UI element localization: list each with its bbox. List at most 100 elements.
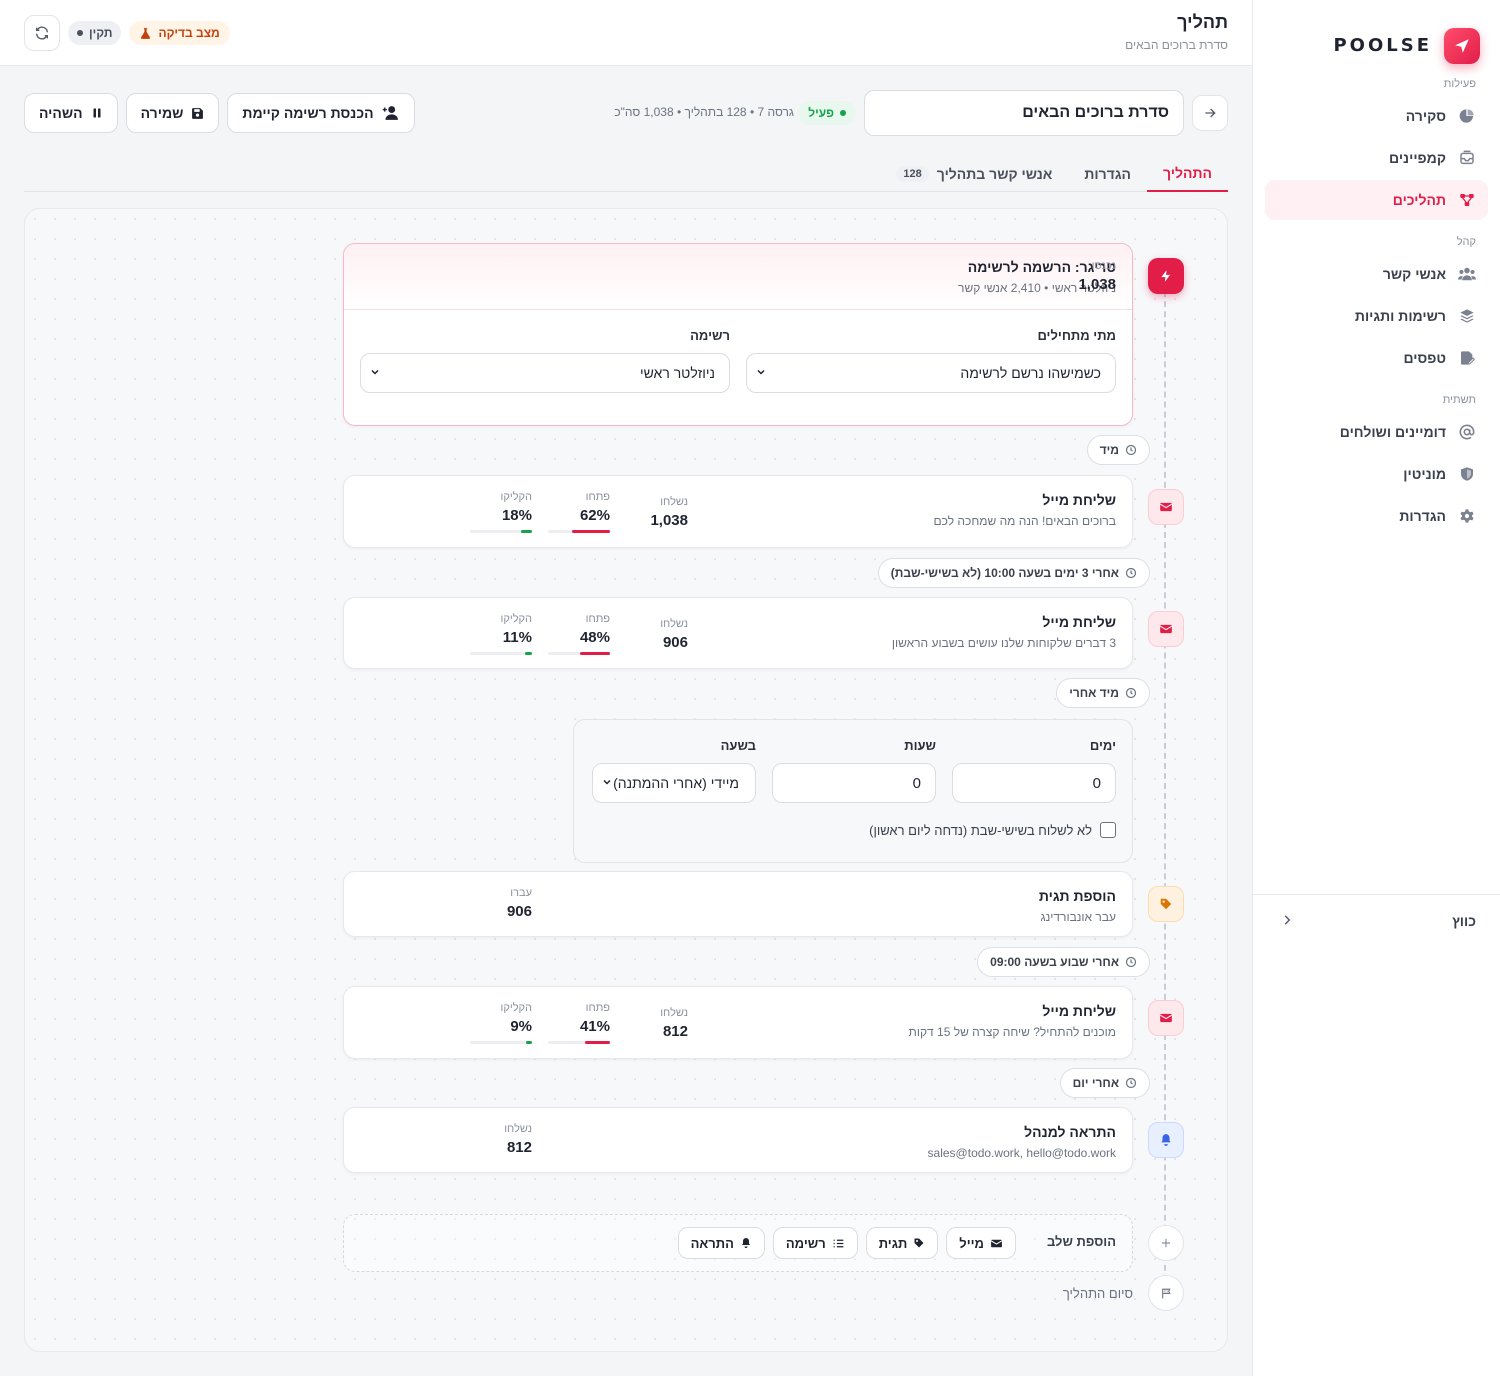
delay-text: אחרי שבוע בשעה 09:00	[990, 955, 1119, 969]
add-email-button[interactable]: מייל	[946, 1227, 1016, 1259]
sidebar-item-overview[interactable]: סקירה	[1265, 96, 1488, 136]
form-icon	[1458, 349, 1476, 367]
tab-contacts-in-flow[interactable]: אנשי קשר בתהליך 128	[880, 156, 1068, 192]
when-select[interactable]: כשמישהו נרשם לרשימה	[746, 353, 1116, 393]
add-list-button[interactable]: רשימה	[772, 1227, 858, 1259]
flow-status-text: פעיל	[808, 106, 834, 120]
click-rate-bar	[470, 652, 532, 655]
layers-icon	[1458, 307, 1476, 325]
step-title: התראה למנהל	[1024, 1124, 1116, 1140]
email-step-card[interactable]: שליחת מייל מוכנים להתחיל? שיחה קצרה של 1…	[343, 986, 1133, 1059]
delay-pill[interactable]: אחרי 3 ימים בשעה 10:00 (לא בשישי-שבת)	[877, 558, 1150, 588]
stat-label: פתחו	[585, 491, 610, 503]
delay-pill[interactable]: מיד אחרי	[1056, 678, 1150, 708]
notify-step-card[interactable]: התראה למנהל sales@todo.work, hello@todo.…	[343, 1107, 1133, 1173]
add-button-label: התראה	[690, 1235, 734, 1251]
sidebar-item-label: סקירה	[1405, 108, 1446, 124]
bell-icon	[1148, 1122, 1184, 1158]
sidebar-item-reputation[interactable]: מוניטין	[1265, 454, 1488, 494]
users-icon	[1458, 265, 1476, 283]
trigger-header: טריגר: הרשמה לרשימה ניוזלטר ראשי • 2,410…	[344, 244, 1132, 310]
skip-weekend-checkbox[interactable]	[1100, 822, 1116, 838]
health-status-badge: תקין	[68, 21, 122, 45]
step-tag-name: עבר אונבורדינג	[1040, 910, 1116, 924]
tag-stat: עברו 906	[507, 887, 532, 920]
sidebar-item-label: אנשי קשר	[1382, 266, 1446, 282]
bar-fill	[525, 652, 532, 655]
step-title: הוספת תגית	[1038, 888, 1116, 904]
open-rate-bar	[548, 530, 610, 533]
test-mode-badge[interactable]: מצב בדיקה	[129, 21, 230, 45]
add-notify-button[interactable]: התראה	[677, 1227, 765, 1259]
sidebar-item-lists-tags[interactable]: רשימות ותגיות	[1265, 296, 1488, 336]
click-rate-bar	[470, 530, 532, 533]
tab-flow[interactable]: התהליך	[1147, 156, 1228, 192]
add-tag-button[interactable]: תגית	[865, 1227, 939, 1259]
brand-name: POOLSE	[1333, 35, 1432, 56]
enroll-label: הכנסת רשימה קיימת	[242, 105, 374, 121]
sent-stat: נשלחו 1,038	[650, 496, 688, 529]
sidebar: POOLSE פעילות סקירה קמפיינים תהליכים קהל…	[1252, 0, 1500, 1376]
tab-settings[interactable]: הגדרות	[1068, 156, 1147, 192]
list-label: רשימה	[690, 328, 730, 343]
bar-fill	[584, 1041, 610, 1044]
tab-label: התהליך	[1163, 165, 1212, 181]
bell-icon	[741, 1238, 750, 1248]
step-title: שליחת מייל	[1042, 492, 1116, 508]
refresh-button[interactable]	[24, 15, 60, 51]
inbox-icon	[1458, 149, 1476, 167]
sidebar-item-label: הגדרות	[1399, 508, 1446, 524]
email-step-card[interactable]: שליחת מייל 3 דברים שלקוחות שלנו עושים בש…	[343, 597, 1133, 669]
flow-toolbar: פעיל גרסה 7 • 128 בתהליך • 1,038 סה"כ הש…	[24, 90, 1228, 136]
enroll-list-button[interactable]: הכנסת רשימה קיימת	[227, 93, 415, 133]
stat-value: 1,038	[1078, 276, 1116, 293]
mail-icon	[1148, 489, 1184, 525]
clock-icon	[1125, 956, 1137, 968]
stat-label: נכנסו	[1091, 260, 1116, 272]
sidebar-item-contacts[interactable]: אנשי קשר	[1265, 254, 1488, 294]
add-button-label: תגית	[878, 1235, 908, 1251]
stat-label: פתחו	[585, 613, 610, 625]
plus-icon[interactable]	[1148, 1225, 1184, 1261]
days-input[interactable]: 0	[952, 763, 1116, 803]
list-select[interactable]: ניוזלטר ראשי	[360, 353, 730, 393]
trigger-card[interactable]: טריגר: הרשמה לרשימה ניוזלטר ראשי • 2,410…	[343, 243, 1133, 426]
delay-pill[interactable]: אחרי יום	[1059, 1068, 1150, 1098]
arrow-right-icon	[1205, 108, 1216, 118]
tag-icon	[1148, 886, 1184, 922]
click-stat: הקליקו 11%	[470, 613, 532, 655]
delay-pill[interactable]: מיד	[1086, 435, 1150, 465]
sidebar-item-domains[interactable]: דומיינים ושולחים	[1265, 412, 1488, 452]
sidebar-item-flows[interactable]: תהליכים	[1265, 180, 1488, 220]
stat-value: 812	[662, 1023, 688, 1040]
brand[interactable]: POOLSE	[1253, 0, 1500, 72]
flow-status-badge: פעיל	[798, 101, 856, 125]
stat-label: פתחו	[585, 1002, 610, 1014]
step-subject: 3 דברים שלקוחות שלנו עושים בשבוע הראשון	[891, 636, 1116, 650]
sidebar-item-settings[interactable]: הגדרות	[1265, 496, 1488, 536]
time-select-value: מיידי (אחרי ההמתנה)	[613, 775, 739, 791]
sidebar-item-campaigns[interactable]: קמפיינים	[1265, 138, 1488, 178]
flow-name-input[interactable]	[864, 90, 1184, 136]
stat-label: נשלחו	[504, 1123, 532, 1135]
hours-input[interactable]: 0	[772, 763, 936, 803]
collapse-sidebar-button[interactable]: כווץ	[1252, 905, 1500, 937]
click-stat: הקליקו 9%	[470, 1002, 532, 1044]
save-button[interactable]: שמירה	[125, 93, 220, 133]
back-button[interactable]	[1192, 95, 1228, 131]
email-step-card[interactable]: שליחת מייל ברוכים הבאים! הנה מה שמחכה לכ…	[343, 475, 1133, 548]
main-content: פעיל גרסה 7 • 128 בתהליך • 1,038 סה"כ הש…	[0, 66, 1252, 1376]
sidebar-item-label: מוניטין	[1403, 466, 1446, 482]
stat-label: נשלחו	[660, 618, 688, 630]
when-select-value: כשמישהו נרשם לרשימה	[960, 365, 1101, 381]
time-select[interactable]: מיידי (אחרי ההמתנה)	[592, 763, 756, 803]
tag-step-card[interactable]: הוספת תגית עבר אונבורדינג עברו 906	[343, 871, 1133, 937]
open-stat: פתחו 62%	[548, 491, 610, 533]
sidebar-item-forms[interactable]: טפסים	[1265, 338, 1488, 378]
pause-button[interactable]: השהיה	[24, 93, 118, 133]
bar-fill	[526, 1041, 532, 1044]
time-label: בשעה	[720, 738, 756, 753]
delay-text: מיד	[1099, 443, 1119, 457]
add-step-label: הוספת שלב	[1046, 1234, 1116, 1249]
delay-pill[interactable]: אחרי שבוע בשעה 09:00	[977, 947, 1150, 977]
